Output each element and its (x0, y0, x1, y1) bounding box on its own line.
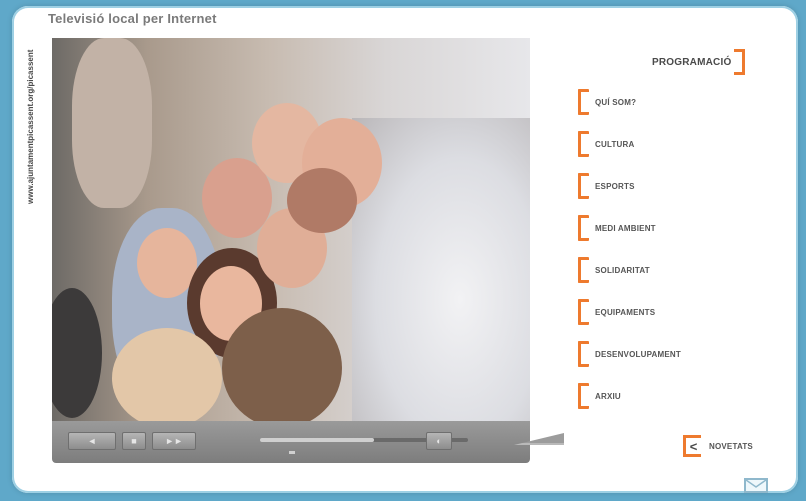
programacio-label: PROGRAMACIÓ (652, 56, 732, 68)
menu-item-label: ESPORTS (595, 181, 635, 191)
novetats-link[interactable]: < NOVETATS (683, 434, 753, 458)
volume-icon[interactable]: ◐ (426, 432, 452, 450)
rewind-button[interactable]: ◄ (68, 432, 116, 450)
menu-item-desenvolupament[interactable]: DESENVOLUPAMENT (578, 341, 681, 367)
progress-fill (260, 438, 375, 442)
page-title: Televisió local per Internet (48, 11, 217, 26)
stop-button[interactable]: ■ (122, 432, 146, 450)
menu-item-solidaritat[interactable]: SOLIDARITAT (578, 257, 650, 283)
bracket-icon (578, 299, 589, 325)
video-controls: ◄ ■ ►► ◐ (52, 421, 564, 463)
menu-item-label: ARXIU (595, 391, 621, 401)
mail-icon[interactable] (744, 478, 768, 493)
menu-item-medi-ambient[interactable]: MEDI AMBIENT (578, 215, 656, 241)
bracket-icon (578, 173, 589, 199)
bracket-icon (578, 131, 589, 157)
progress-knob[interactable] (289, 451, 296, 454)
menu-item-esports[interactable]: ESPORTS (578, 173, 635, 199)
menu-item-cultura[interactable]: CULTURA (578, 131, 634, 157)
menu-item-equipaments[interactable]: EQUIPAMENTS (578, 299, 655, 325)
bracket-icon (578, 383, 589, 409)
menu-item-arxiu[interactable]: ARXIU (578, 383, 621, 409)
menu-item-qui-som[interactable]: QUÍ SOM? (578, 89, 636, 115)
side-url: www.ajuntamentpicassent.org/picassent (26, 50, 35, 205)
menu-item-label: EQUIPAMENTS (595, 307, 656, 317)
menu-item-label: SOLIDARITAT (595, 265, 650, 275)
video-person (222, 308, 342, 421)
video-frame[interactable] (52, 38, 530, 421)
bracket-icon (578, 341, 589, 367)
menu-item-label: CULTURA (595, 139, 635, 149)
novetats-label: NOVETATS (709, 441, 753, 451)
bracket-icon (734, 49, 746, 75)
menu-item-label: DESENVOLUPAMENT (595, 349, 681, 359)
video-person (72, 38, 152, 208)
video-person (287, 168, 357, 233)
chevron-left-icon: < (683, 435, 701, 457)
menu-item-label: QUÍ SOM? (595, 97, 637, 107)
bracket-icon (578, 215, 589, 241)
bracket-icon (578, 257, 589, 283)
menu-item-label: MEDI AMBIENT (595, 223, 656, 233)
video-person (112, 328, 222, 421)
programacio-link[interactable]: PROGRAMACIÓ (652, 49, 746, 75)
bracket-icon (578, 89, 589, 115)
forward-button[interactable]: ►► (152, 432, 196, 450)
